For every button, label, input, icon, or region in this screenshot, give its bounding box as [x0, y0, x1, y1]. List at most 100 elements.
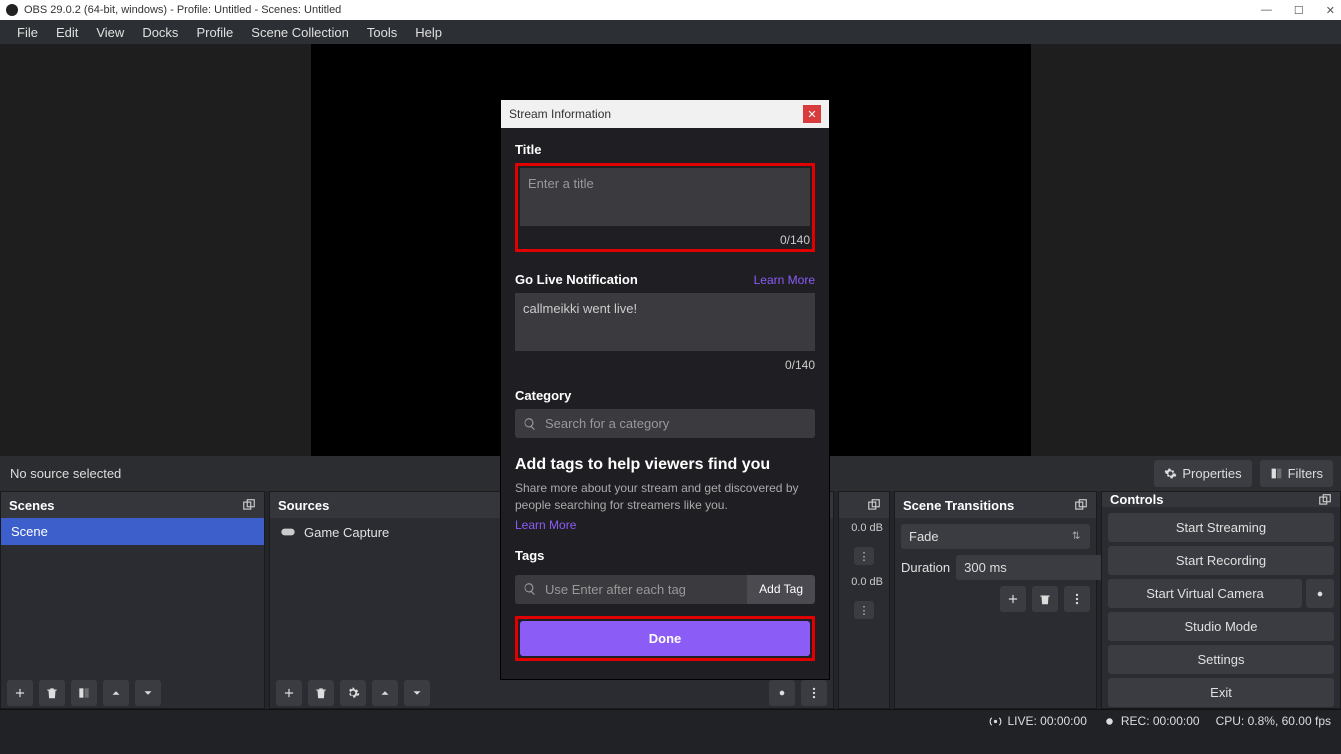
- popout-icon[interactable]: [1318, 493, 1332, 507]
- scene-up-button[interactable]: [103, 680, 129, 706]
- menu-help[interactable]: Help: [406, 25, 451, 40]
- scene-filter-button[interactable]: [71, 680, 97, 706]
- search-icon: [523, 582, 537, 596]
- start-virtual-camera-button[interactable]: Start Virtual Camera: [1108, 579, 1302, 608]
- scene-down-button[interactable]: [135, 680, 161, 706]
- popout-icon[interactable]: [242, 498, 256, 512]
- more-vertical-icon: [1070, 592, 1084, 606]
- golive-label: Go Live Notification: [515, 272, 638, 287]
- trash-icon: [45, 686, 59, 700]
- tags-search[interactable]: [515, 575, 747, 604]
- golive-learn-more-link[interactable]: Learn More: [754, 273, 815, 287]
- stream-information-modal: Stream Information ✕ Title 0/140 Go Live…: [500, 99, 830, 680]
- broadcast-icon: [989, 715, 1002, 728]
- mixer-db-0: 0.0 dB: [841, 522, 887, 534]
- transition-more-button[interactable]: [1064, 586, 1090, 612]
- popout-icon[interactable]: [1074, 498, 1088, 512]
- transition-delete-button[interactable]: [1032, 586, 1058, 612]
- transition-selected: Fade: [909, 529, 939, 544]
- gamepad-icon: [280, 524, 296, 540]
- window-titlebar: OBS 29.0.2 (64-bit, windows) - Profile: …: [0, 0, 1341, 20]
- source-more-button[interactable]: [801, 680, 827, 706]
- rec-status: REC: 00:00:00: [1121, 714, 1200, 728]
- done-highlight: Done: [515, 616, 815, 661]
- audio-mixer-dock: 0.0 dB ⋮ 0.0 dB ⋮: [838, 491, 890, 709]
- window-title: OBS 29.0.2 (64-bit, windows) - Profile: …: [24, 4, 341, 16]
- settings-button[interactable]: Settings: [1108, 645, 1334, 674]
- mixer-more-1[interactable]: ⋮: [854, 601, 874, 619]
- menu-view[interactable]: View: [87, 25, 133, 40]
- studio-mode-button[interactable]: Studio Mode: [1108, 612, 1334, 641]
- exit-button[interactable]: Exit: [1108, 678, 1334, 707]
- add-tag-button[interactable]: Add Tag: [747, 575, 815, 604]
- controls-title: Controls: [1110, 492, 1163, 507]
- properties-button[interactable]: Properties: [1154, 460, 1251, 487]
- plus-icon: [1006, 592, 1020, 606]
- scenes-title: Scenes: [9, 498, 55, 513]
- category-search[interactable]: [515, 409, 815, 438]
- popout-icon[interactable]: [867, 498, 881, 512]
- chevron-down-icon: [141, 686, 155, 700]
- golive-input[interactable]: [515, 293, 815, 351]
- transition-select[interactable]: Fade ⇅: [901, 524, 1090, 549]
- menu-edit[interactable]: Edit: [47, 25, 87, 40]
- source-label: Game Capture: [304, 525, 389, 540]
- transitions-title: Scene Transitions: [903, 498, 1014, 513]
- plus-icon: [282, 686, 296, 700]
- maximize-icon[interactable]: ☐: [1294, 4, 1304, 17]
- source-add-button[interactable]: [276, 680, 302, 706]
- modal-close-button[interactable]: ✕: [803, 105, 821, 123]
- tags-learn-more-link[interactable]: Learn More: [515, 518, 576, 532]
- category-input[interactable]: [545, 416, 807, 431]
- menu-docks[interactable]: Docks: [133, 25, 187, 40]
- menu-profile[interactable]: Profile: [187, 25, 242, 40]
- source-up-button[interactable]: [372, 680, 398, 706]
- chevron-up-icon: [109, 686, 123, 700]
- filters-button[interactable]: Filters: [1260, 460, 1333, 487]
- mixer-more-0[interactable]: ⋮: [854, 547, 874, 565]
- chevron-down-icon: [410, 686, 424, 700]
- properties-label: Properties: [1182, 466, 1241, 481]
- trash-icon: [1038, 592, 1052, 606]
- source-gear2-button[interactable]: [769, 680, 795, 706]
- search-icon: [523, 417, 537, 431]
- filters-label: Filters: [1288, 466, 1323, 481]
- minimize-icon[interactable]: —: [1261, 4, 1272, 17]
- title-label: Title: [515, 142, 815, 157]
- gear-icon: [1313, 587, 1327, 601]
- title-input[interactable]: [520, 168, 810, 226]
- plus-icon: [13, 686, 27, 700]
- chevron-updown-icon: ⇅: [1072, 531, 1082, 542]
- scene-row[interactable]: Scene: [1, 518, 264, 545]
- gear-icon: [346, 686, 360, 700]
- menu-scene-collection[interactable]: Scene Collection: [242, 25, 358, 40]
- scene-delete-button[interactable]: [39, 680, 65, 706]
- source-delete-button[interactable]: [308, 680, 334, 706]
- gear-icon: [775, 686, 789, 700]
- title-counter: 0/140: [520, 233, 810, 247]
- golive-counter: 0/140: [515, 358, 815, 372]
- start-streaming-button[interactable]: Start Streaming: [1108, 513, 1334, 542]
- done-button[interactable]: Done: [520, 621, 810, 656]
- close-icon[interactable]: ✕: [1326, 4, 1335, 17]
- modal-title: Stream Information: [509, 107, 611, 121]
- filters-icon: [1270, 467, 1283, 480]
- source-settings-button[interactable]: [340, 680, 366, 706]
- source-down-button[interactable]: [404, 680, 430, 706]
- sources-title: Sources: [278, 498, 329, 513]
- tags-heading: Add tags to help viewers find you: [515, 456, 815, 474]
- live-status: LIVE: 00:00:00: [1007, 714, 1086, 728]
- cpu-status: CPU: 0.8%, 60.00 fps: [1216, 714, 1331, 728]
- obs-logo-icon: [6, 4, 18, 16]
- tags-input[interactable]: [545, 582, 739, 597]
- menu-file[interactable]: File: [8, 25, 47, 40]
- scene-add-button[interactable]: [7, 680, 33, 706]
- no-source-label: No source selected: [10, 466, 121, 481]
- grid-icon: [77, 686, 91, 700]
- menu-tools[interactable]: Tools: [358, 25, 406, 40]
- transitions-dock: Scene Transitions Fade ⇅ Duration ⇅: [894, 491, 1097, 709]
- virtual-camera-settings-button[interactable]: [1306, 579, 1334, 608]
- start-recording-button[interactable]: Start Recording: [1108, 546, 1334, 575]
- chevron-up-icon: [378, 686, 392, 700]
- transition-add-button[interactable]: [1000, 586, 1026, 612]
